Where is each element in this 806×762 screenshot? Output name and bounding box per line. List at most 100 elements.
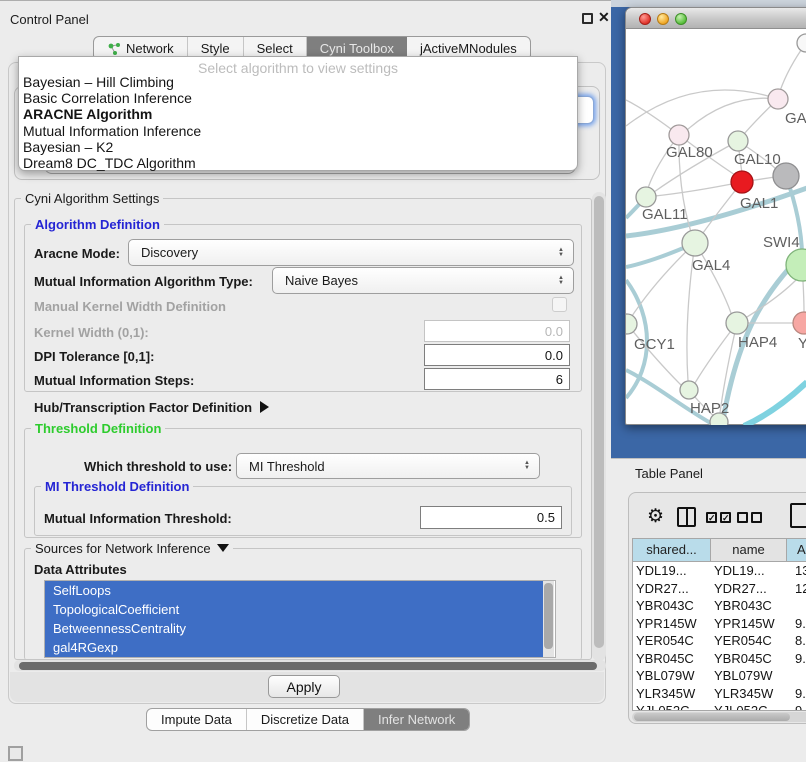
table-cell[interactable]: 9. [787, 685, 806, 703]
network-view-window: GALGAL80GAL10GAL1GAL11GAL4SWI4GCY1HAP4YH… [625, 7, 806, 425]
network-node-gal80[interactable] [669, 125, 689, 145]
split-view-icon[interactable] [677, 507, 696, 527]
table-row[interactable]: YDL19...YDL19...13 [633, 562, 806, 580]
apply-button[interactable]: Apply [268, 675, 340, 698]
network-node[interactable] [773, 163, 799, 189]
table-cell[interactable]: 8. [787, 632, 806, 650]
algorithm-option[interactable]: Bayesian – K2 [19, 139, 577, 155]
zoom-window-icon[interactable] [675, 13, 687, 25]
table-cell[interactable]: 9. [787, 650, 806, 668]
table-cell[interactable]: YBR043C [633, 597, 711, 615]
network-node-gal11[interactable] [636, 187, 656, 207]
network-node-y[interactable] [793, 312, 806, 334]
attribute-item[interactable]: gal4RGexp [45, 638, 543, 657]
list-scrollbar-thumb[interactable] [544, 583, 553, 649]
network-window-titlebar[interactable] [626, 8, 806, 29]
table-cell[interactable]: 9 [787, 702, 806, 711]
float-panel-icon[interactable] [582, 13, 593, 24]
algorithm-option[interactable]: Bayesian – Hill Climbing [19, 74, 577, 90]
network-node-hap2[interactable] [680, 381, 698, 399]
network-node-gal1[interactable] [731, 171, 753, 193]
tab-infer-network[interactable]: Infer Network [364, 709, 469, 730]
table-cell[interactable]: YLR345W [711, 685, 787, 703]
aracne-mode-combobox[interactable]: Discovery ▲▼ [128, 239, 574, 266]
table-cell[interactable]: YBL079W [633, 667, 711, 685]
algorithm-option[interactable]: Dream8 DC_TDC Algorithm [19, 155, 577, 171]
tab-label: Network [126, 41, 174, 56]
table-cell[interactable]: YDL19... [633, 562, 711, 580]
dpi-tolerance-field[interactable]: 0.0 [424, 344, 570, 366]
table-cell[interactable]: 13 [787, 562, 806, 580]
tab-impute-data[interactable]: Impute Data [147, 709, 247, 730]
table-row[interactable]: YBL079WYBL079W [633, 667, 806, 685]
unchecked-column-icon[interactable] [737, 512, 748, 523]
network-node-gal[interactable] [768, 89, 788, 109]
tab-label: Style [201, 41, 230, 56]
table-row[interactable]: YJL052CYJL052C9 [633, 702, 806, 711]
settings-vscrollbar-thumb[interactable] [594, 196, 604, 648]
attribute-item[interactable]: SelfLoops [45, 581, 543, 600]
minimize-window-icon[interactable] [657, 13, 669, 25]
column-header-partial[interactable]: A [787, 539, 806, 562]
column-header-shared-name[interactable]: shared... [633, 539, 711, 562]
network-node-gal10[interactable] [728, 131, 748, 151]
algorithm-option[interactable]: Basic Correlation Inference [19, 90, 577, 106]
table-hscrollbar-thumb[interactable] [634, 713, 790, 721]
document-icon[interactable] [790, 503, 806, 528]
table-cell[interactable]: YPR145W [633, 615, 711, 633]
network-node-gcy1[interactable] [626, 314, 637, 334]
unchecked-column-icon[interactable] [751, 512, 762, 523]
table-cell[interactable]: YER054C [711, 632, 787, 650]
tab-discretize-data[interactable]: Discretize Data [247, 709, 364, 730]
table-cell[interactable]: YDR27... [711, 580, 787, 598]
network-node-hap4[interactable] [726, 312, 748, 334]
network-edge [626, 90, 778, 126]
settings-hscrollbar-thumb[interactable] [19, 662, 597, 670]
checked-column-icon[interactable]: ✓ [720, 512, 731, 523]
table-cell[interactable]: YLR345W [633, 685, 711, 703]
kernel-width-field[interactable]: 0.0 [424, 320, 570, 342]
table-cell[interactable]: YPR145W [711, 615, 787, 633]
table-cell[interactable]: YER054C [633, 632, 711, 650]
table-cell[interactable]: YBR045C [711, 650, 787, 668]
table-cell[interactable]: YJL052C [711, 702, 787, 711]
sources-title[interactable]: Sources for Network Inference [31, 541, 233, 556]
minimized-panel-icon[interactable] [8, 746, 23, 761]
table-row[interactable]: YBR043CYBR043C [633, 597, 806, 615]
gear-icon[interactable]: ⚙ [647, 505, 664, 528]
network-node-gal4[interactable] [682, 230, 708, 256]
network-node-swi4[interactable] [786, 249, 806, 281]
mi-type-combobox[interactable]: Naive Bayes ▲▼ [272, 267, 574, 294]
table-cell[interactable]: 12 [787, 580, 806, 598]
manual-kernel-checkbox[interactable] [552, 297, 567, 312]
table-row[interactable]: YPR145WYPR145W9. [633, 615, 806, 633]
algorithm-option[interactable]: Mutual Information Inference [19, 123, 577, 139]
table-cell[interactable]: 9. [787, 615, 806, 633]
checked-column-icon[interactable]: ✓ [706, 512, 717, 523]
column-header-name[interactable]: name [711, 539, 787, 562]
mi-steps-field[interactable]: 6 [424, 368, 570, 390]
table-cell[interactable]: YDL19... [711, 562, 787, 580]
table-row[interactable]: YBR045CYBR045C9. [633, 650, 806, 668]
table-row[interactable]: YDR27...YDR27...12 [633, 580, 806, 598]
close-window-icon[interactable] [639, 13, 651, 25]
threshold-type-combobox[interactable]: MI Threshold ▲▼ [236, 453, 540, 479]
table-cell[interactable]: YBL079W [711, 667, 787, 685]
table-cell[interactable] [787, 667, 806, 685]
table-cell[interactable]: YJL052C [633, 702, 711, 711]
hub-definition-expander[interactable]: Hub/Transcription Factor Definition [34, 400, 269, 415]
network-node[interactable] [797, 34, 806, 52]
attribute-item[interactable]: TopologicalCoefficient [45, 600, 543, 619]
table-row[interactable]: YLR345WYLR345W9. [633, 685, 806, 703]
table-row[interactable]: YER054CYER054C8. [633, 632, 806, 650]
close-panel-icon[interactable]: ✕ [598, 9, 610, 26]
attribute-item[interactable]: BetweennessCentrality [45, 619, 543, 638]
network-node[interactable] [710, 413, 728, 425]
table-cell[interactable]: YBR045C [633, 650, 711, 668]
table-cell[interactable]: YBR043C [711, 597, 787, 615]
mi-threshold-field[interactable]: 0.5 [420, 506, 562, 529]
algorithm-option-selected[interactable]: ARACNE Algorithm [19, 106, 577, 122]
table-cell[interactable] [787, 597, 806, 615]
table-cell[interactable]: YDR27... [633, 580, 711, 598]
network-canvas[interactable]: GALGAL80GAL10GAL1GAL11GAL4SWI4GCY1HAP4YH… [626, 30, 806, 425]
